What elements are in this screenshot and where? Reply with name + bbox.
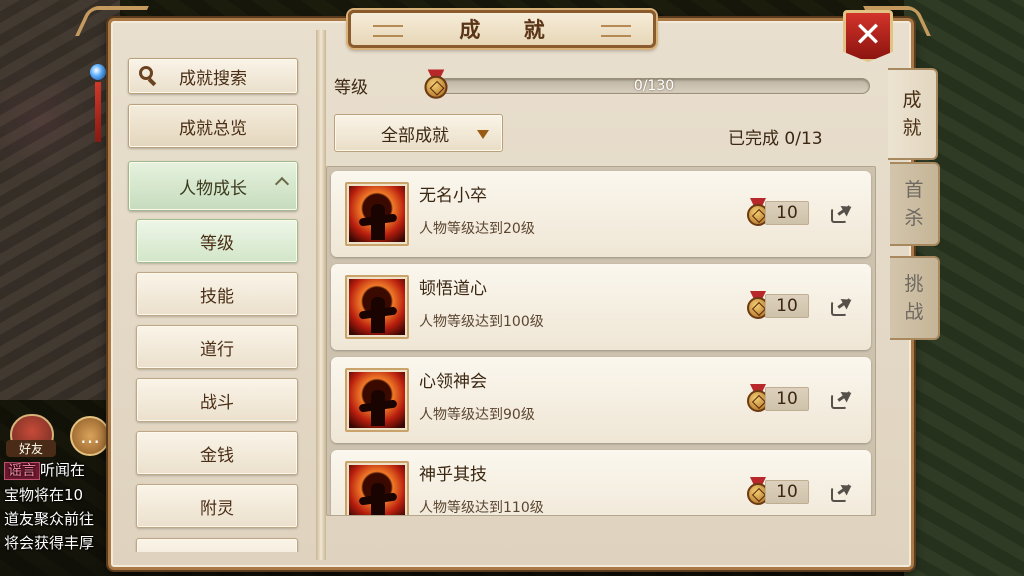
chat-bubble-icon[interactable]: … [70,416,110,456]
achievement-card[interactable]: 神乎其技 人物等级达到110级 10 [331,450,871,516]
subcategory-daoxing[interactable]: 道行 [136,325,298,369]
tab-char: 首 [904,179,924,201]
achievement-card[interactable]: 心领神会 人物等级达到90级 10 [331,357,871,443]
tab-char: 就 [902,117,922,139]
tab-achievement[interactable]: 成 就 [888,68,938,160]
achievement-desc: 人物等级达到110级 [419,500,544,516]
achievement-points: 10 [765,480,809,504]
subcategory-money[interactable]: 金钱 [136,431,298,475]
search-label: 成就搜索 [179,68,247,89]
subcategory-combat[interactable]: 战斗 [136,378,298,422]
share-icon[interactable] [831,294,855,316]
achievement-title: 无名小卒 [419,186,487,206]
chat-line: 将会获得丰厚 [4,534,95,552]
tab-char: 杀 [904,207,924,229]
achievement-title: 顿悟道心 [419,279,487,299]
world-chat-feed: 谣言 听闻在 宝物将在10 道友聚众前往 将会获得丰厚 [4,458,110,555]
sidebar-divider [316,30,326,560]
achievement-icon [345,461,409,515]
close-button[interactable]: ✕ [843,10,893,62]
share-icon[interactable] [831,387,855,409]
category-sidebar[interactable]: 成就搜索 成就总览 人物成长 等级 技能 道行 战斗 金钱 附灵 [118,46,312,552]
overview-label: 成就总览 [179,118,247,139]
achievement-points: 10 [765,201,809,225]
completed-count: 已完成 0/13 [728,129,823,149]
level-progress-bar: 0/130 [438,78,870,94]
friend-label: 好友 [6,440,56,457]
achievement-desc: 人物等级达到90级 [419,407,535,423]
achievement-desc: 人物等级达到100级 [419,314,544,330]
subcategory-skill[interactable]: 技能 [136,272,298,316]
achievement-icon [345,182,409,246]
filter-selected: 全部成就 [381,125,449,146]
achievement-points: 10 [765,294,809,318]
chat-line: 道友聚众前往 [4,510,95,528]
subcategory-fuling[interactable]: 附灵 [136,484,298,528]
medal-icon [424,69,448,99]
category-label: 人物成长 [179,178,247,199]
chat-tag: 谣言 [4,462,40,480]
share-icon[interactable] [831,201,855,223]
category-character-growth[interactable]: 人物成长 [128,161,298,211]
dropdown-arrow-icon [477,130,489,139]
tab-first-kill[interactable]: 首 杀 [890,162,940,246]
subcategory-next[interactable] [136,538,298,552]
search-icon [139,66,157,87]
chat-line: 听闻在 [40,461,86,479]
achievement-list[interactable]: 无名小卒 人物等级达到20级 10 顿悟道心 人物等级达到100级 10 心领神… [326,166,876,516]
achievement-card[interactable]: 无名小卒 人物等级达到20级 10 [331,171,871,257]
tab-char: 成 [902,89,922,111]
achievement-overview-button[interactable]: 成就总览 [128,104,298,148]
achievement-filter-dropdown[interactable]: 全部成就 [334,114,503,152]
achievement-icon [345,368,409,432]
window-title: 成 就 [459,18,563,42]
share-icon[interactable] [831,480,855,502]
jade-pendant-icon [90,50,106,150]
title-plate: 成 就 [348,10,656,48]
chevron-up-icon [274,176,290,192]
achievement-title: 心领神会 [419,372,487,392]
chat-line: 宝物将在10 [4,486,84,504]
tab-challenge[interactable]: 挑 战 [890,256,940,340]
achievement-desc: 人物等级达到20级 [419,221,535,237]
achievement-card[interactable]: 顿悟道心 人物等级达到100级 10 [331,264,871,350]
level-label: 等级 [334,78,368,98]
achievement-title: 神乎其技 [419,465,487,485]
achievement-search-button[interactable]: 成就搜索 [128,58,298,94]
subcategory-level[interactable]: 等级 [136,219,298,263]
level-progress-text: 0/130 [633,78,675,94]
achievement-points: 10 [765,387,809,411]
tab-char: 战 [904,301,924,323]
tab-char: 挑 [904,273,924,295]
achievement-icon [345,275,409,339]
